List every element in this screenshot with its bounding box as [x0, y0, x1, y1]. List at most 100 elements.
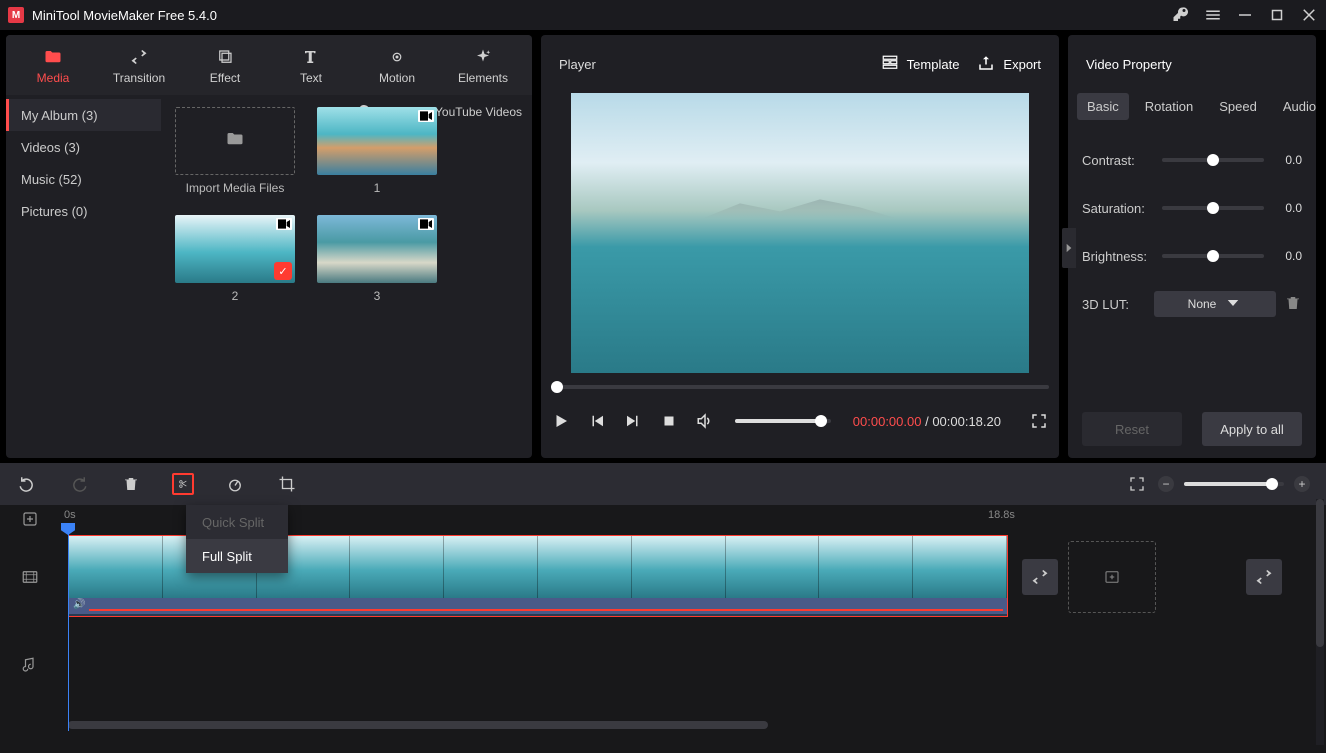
titlebar: M MiniTool MovieMaker Free 5.4.0 — [0, 0, 1326, 30]
audio-track[interactable] — [60, 621, 1326, 709]
app-title: MiniTool MovieMaker Free 5.4.0 — [32, 8, 1172, 23]
template-button[interactable]: Template — [881, 54, 960, 75]
fullscreen-button[interactable] — [1029, 411, 1049, 431]
folder-icon — [44, 46, 62, 68]
tab-elements[interactable]: Elements — [440, 37, 526, 93]
export-button[interactable]: Export — [977, 54, 1041, 75]
prev-frame-button[interactable] — [587, 411, 607, 431]
play-button[interactable] — [551, 411, 571, 431]
speed-button[interactable] — [224, 473, 246, 495]
swap-icon — [130, 46, 148, 68]
fit-zoom-button[interactable] — [1126, 473, 1148, 495]
media-panel: Media Transition Effect Text Motion Elem… — [6, 35, 532, 458]
minimize-button[interactable] — [1236, 6, 1254, 24]
tab-media[interactable]: Media — [10, 37, 96, 93]
split-button[interactable] — [172, 473, 194, 495]
brightness-slider[interactable] — [1162, 254, 1264, 258]
property-tab-basic[interactable]: Basic — [1077, 93, 1129, 120]
sidebar-item-videos[interactable]: Videos (3) — [6, 131, 161, 163]
media-sidebar: My Album (3) Videos (3) Music (52) Pictu… — [6, 95, 161, 458]
check-icon: ✓ — [274, 262, 292, 280]
close-button[interactable] — [1300, 6, 1318, 24]
property-tab-audio[interactable]: Audio — [1273, 93, 1326, 120]
property-tab-speed[interactable]: Speed — [1209, 93, 1267, 120]
media-thumb-1[interactable]: 1 — [317, 107, 437, 195]
volume-icon[interactable] — [695, 411, 715, 431]
video-badge-icon — [418, 218, 434, 230]
saturation-row: Saturation: 0.0 — [1068, 184, 1316, 232]
redo-button — [68, 473, 90, 495]
media-grid: Download YouTube Videos Import Media Fil… — [161, 95, 532, 458]
main-toolbar: Media Transition Effect Text Motion Elem… — [6, 35, 532, 95]
timecode: 00:00:00.00 / 00:00:18.20 — [853, 414, 1001, 429]
sidebar-item-pictures[interactable]: Pictures (0) — [6, 195, 161, 227]
video-preview[interactable] — [571, 93, 1029, 373]
video-track-icon — [0, 533, 60, 621]
tab-label: Motion — [379, 71, 415, 85]
timeline-panel: − + Quick Split Full Split 0s 18.8s — [0, 463, 1326, 753]
volume-slider[interactable] — [735, 419, 831, 423]
video-badge-icon — [276, 218, 292, 230]
stop-button[interactable] — [659, 411, 679, 431]
zoom-slider[interactable] — [1184, 482, 1284, 486]
delete-button[interactable] — [120, 473, 142, 495]
next-frame-button[interactable] — [623, 411, 643, 431]
text-icon — [302, 46, 320, 68]
add-clip-slot[interactable] — [1068, 541, 1156, 613]
timeline-toolbar: − + Quick Split Full Split — [0, 463, 1326, 505]
property-panel: Video Property Basic Rotation Speed Audi… — [1068, 35, 1316, 458]
sidebar-item-myalbum[interactable]: My Album (3) — [6, 99, 161, 131]
sidebar-item-music[interactable]: Music (52) — [6, 163, 161, 195]
sparkle-icon — [474, 46, 492, 68]
tab-label: Effect — [210, 71, 240, 85]
speaker-icon: 🔊 — [73, 599, 85, 610]
motion-icon — [388, 46, 406, 68]
timeline-scrollbar-v[interactable] — [1316, 499, 1324, 745]
collapse-right-button[interactable] — [1062, 228, 1076, 268]
tab-label: Media — [37, 71, 70, 85]
maximize-button[interactable] — [1268, 6, 1286, 24]
add-track-button[interactable] — [0, 505, 60, 533]
tab-motion[interactable]: Motion — [354, 37, 440, 93]
tab-label: Transition — [113, 71, 165, 85]
delete-lut-button[interactable] — [1284, 294, 1302, 315]
contrast-row: Contrast: 0.0 — [1068, 136, 1316, 184]
template-icon — [881, 54, 899, 75]
full-split-item[interactable]: Full Split — [186, 539, 288, 573]
player-panel: Player Template Export 00:00:00.00 / — [541, 35, 1059, 458]
clip-audio-strip: 🔊 — [69, 598, 1007, 614]
lut-row: 3D LUT: None — [1068, 280, 1316, 328]
transition-out-button[interactable] — [1246, 559, 1282, 595]
undo-button[interactable] — [16, 473, 38, 495]
property-tab-rotation[interactable]: Rotation — [1135, 93, 1203, 120]
import-media-button[interactable]: Import Media Files — [175, 107, 295, 195]
tab-label: Elements — [458, 71, 508, 85]
key-icon[interactable] — [1172, 6, 1190, 24]
tab-transition[interactable]: Transition — [96, 37, 182, 93]
apply-all-button[interactable]: Apply to all — [1202, 412, 1302, 446]
transition-in-button[interactable] — [1022, 559, 1058, 595]
export-icon — [977, 54, 995, 75]
lut-select[interactable]: None — [1154, 291, 1276, 317]
zoom-out-button[interactable]: − — [1158, 476, 1174, 492]
video-badge-icon — [418, 110, 434, 122]
tab-effect[interactable]: Effect — [182, 37, 268, 93]
layers-icon — [216, 46, 234, 68]
reset-button: Reset — [1082, 412, 1182, 446]
media-thumb-2[interactable]: ✓ 2 — [175, 215, 295, 303]
quick-split-item: Quick Split — [186, 505, 288, 539]
folder-icon — [226, 128, 244, 154]
contrast-slider[interactable] — [1162, 158, 1264, 162]
media-thumb-3[interactable]: 3 — [317, 215, 437, 303]
menu-icon[interactable] — [1204, 6, 1222, 24]
audio-track-icon — [0, 621, 60, 709]
brightness-row: Brightness: 0.0 — [1068, 232, 1316, 280]
zoom-in-button[interactable]: + — [1294, 476, 1310, 492]
crop-button[interactable] — [276, 473, 298, 495]
saturation-slider[interactable] — [1162, 206, 1264, 210]
app-logo-icon: M — [8, 7, 24, 23]
tab-text[interactable]: Text — [268, 37, 354, 93]
tab-label: Text — [300, 71, 322, 85]
chevron-down-icon — [1224, 294, 1242, 315]
seek-slider[interactable] — [551, 385, 1049, 389]
